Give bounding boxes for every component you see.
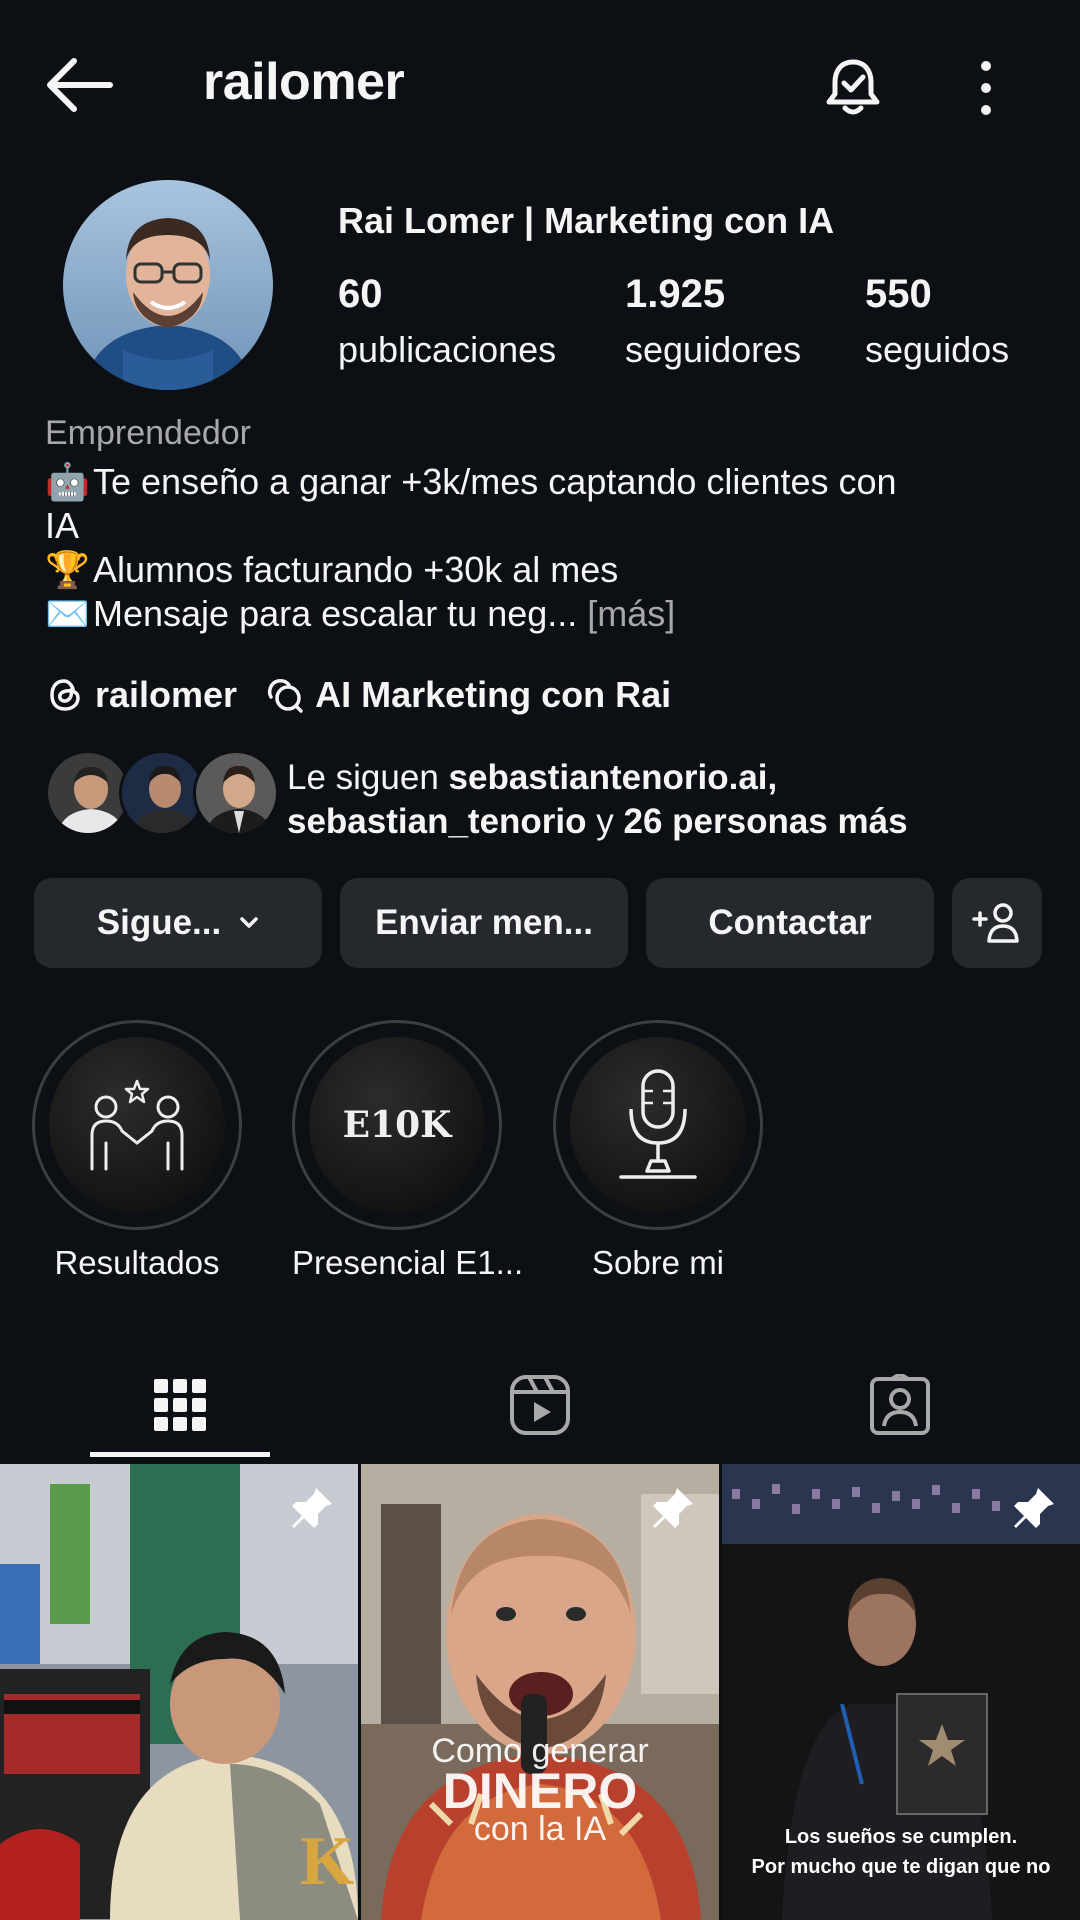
profile-avatar[interactable]: [63, 180, 273, 390]
threads-username: railomer: [95, 674, 238, 715]
svg-text:K: K: [300, 1823, 354, 1900]
highlight-cover-text: E10K: [342, 1104, 452, 1146]
followed-by-name-1: sebastiantenorio.ai,: [448, 758, 778, 797]
bio-more-link[interactable]: [más]: [587, 593, 675, 634]
highlight-label: Presencial E1...: [292, 1244, 524, 1281]
add-person-icon: [972, 903, 1019, 943]
stat-following[interactable]: 550 seguidos: [865, 272, 1009, 371]
pinned-icon: [292, 1488, 332, 1528]
contact-button[interactable]: Contactar: [646, 878, 934, 968]
trophy-emoji-icon: 🏆: [45, 549, 90, 590]
threads-icon: [50, 679, 80, 711]
highlight-resultados[interactable]: Resultados: [32, 1020, 242, 1282]
posts-grid: K Como generar DINERO con la IA Los sueñ…: [0, 1464, 1080, 1920]
followed-by-text: Le siguen sebastiantenorio.ai, sebastian…: [287, 758, 908, 841]
stat-following-label: seguidos: [865, 329, 1010, 370]
community-link[interactable]: AI Marketing con Rai: [265, 674, 671, 716]
profile-tabs: [0, 1350, 1080, 1460]
following-button-label: Sigue...: [96, 903, 222, 942]
threads-link[interactable]: railomer: [45, 674, 237, 716]
profile-bio[interactable]: 🤖Te enseño a ganar +3k/mes captando clie…: [45, 460, 1045, 636]
chevron-down-icon: [240, 917, 258, 928]
tab-posts-grid[interactable]: [90, 1350, 270, 1460]
community-chat-icon: [268, 679, 303, 713]
community-name: AI Marketing con Rai: [315, 674, 672, 715]
stat-posts-value: 60: [338, 272, 383, 316]
stat-posts-label: publicaciones: [338, 329, 557, 370]
stat-posts[interactable]: 60 publicaciones: [338, 272, 556, 371]
microphone-icon: [619, 1069, 697, 1179]
profile-links: railomer AI Marketing con Rai: [45, 670, 699, 720]
stat-followers-label: seguidores: [625, 329, 802, 370]
highlight-label: Resultados: [54, 1244, 220, 1281]
tab-reels[interactable]: [450, 1350, 630, 1460]
pinned-icon: [653, 1488, 693, 1528]
tagged-icon: [870, 1374, 930, 1435]
follower-avatar-3: [193, 750, 279, 836]
stat-followers[interactable]: 1.925 seguidores: [625, 272, 801, 371]
highlight-presencial[interactable]: E10K Presencial E1...: [292, 1020, 524, 1282]
bio-line-2: 🏆Alumnos facturando +30k al mes: [45, 549, 619, 590]
stat-following-value: 550: [865, 272, 932, 316]
followed-by[interactable]: Le siguen sebastiantenorio.ai, sebastian…: [45, 750, 1045, 841]
top-bar: railomer: [0, 0, 1080, 170]
bio-line-1-wrap: IA: [45, 505, 80, 546]
profile-category: Emprendedor: [45, 414, 252, 452]
bio-line-3: ✉️Mensaje para escalar tu neg... [más]: [45, 593, 676, 634]
post-thumbnail-3[interactable]: Los sueños se cumplen. Por mucho que te …: [722, 1464, 1080, 1920]
grid-icon: [154, 1379, 206, 1431]
post-thumbnail-1[interactable]: K: [0, 1464, 358, 1920]
followed-by-others: 26 personas más: [623, 802, 908, 841]
tab-tagged[interactable]: [810, 1350, 990, 1460]
post-3-caption: Los sueños se cumplen. Por mucho que te …: [751, 1826, 1051, 1878]
active-tab-indicator: [90, 1452, 270, 1457]
robot-emoji-icon: 🤖: [45, 461, 90, 502]
more-options-icon[interactable]: [966, 58, 1006, 118]
following-button[interactable]: Sigue...: [34, 878, 322, 968]
notification-bell-icon[interactable]: [820, 54, 886, 120]
reels-icon: [510, 1375, 570, 1435]
followed-by-name-2: sebastian_tenorio: [287, 802, 587, 841]
stat-followers-value: 1.925: [625, 272, 726, 316]
pinned-icon: [1014, 1488, 1054, 1528]
envelope-emoji-icon: ✉️: [45, 593, 90, 634]
bio-line-1: 🤖Te enseño a ganar +3k/mes captando clie…: [45, 461, 897, 502]
back-arrow-icon[interactable]: [40, 55, 120, 115]
post-2-caption-bottom: con la IA: [473, 1810, 607, 1848]
suggest-people-button[interactable]: [952, 878, 1042, 968]
post-thumbnail-2[interactable]: Como generar DINERO con la IA: [361, 1464, 719, 1920]
profile-full-name: Rai Lomer | Marketing con IA: [338, 200, 835, 241]
highlight-sobre-mi[interactable]: Sobre mi: [553, 1020, 763, 1282]
handshake-star-icon: [90, 1079, 184, 1171]
send-message-button[interactable]: Enviar men...: [340, 878, 628, 968]
highlight-label: Sobre mi: [591, 1244, 725, 1281]
profile-username: railomer: [203, 53, 405, 111]
